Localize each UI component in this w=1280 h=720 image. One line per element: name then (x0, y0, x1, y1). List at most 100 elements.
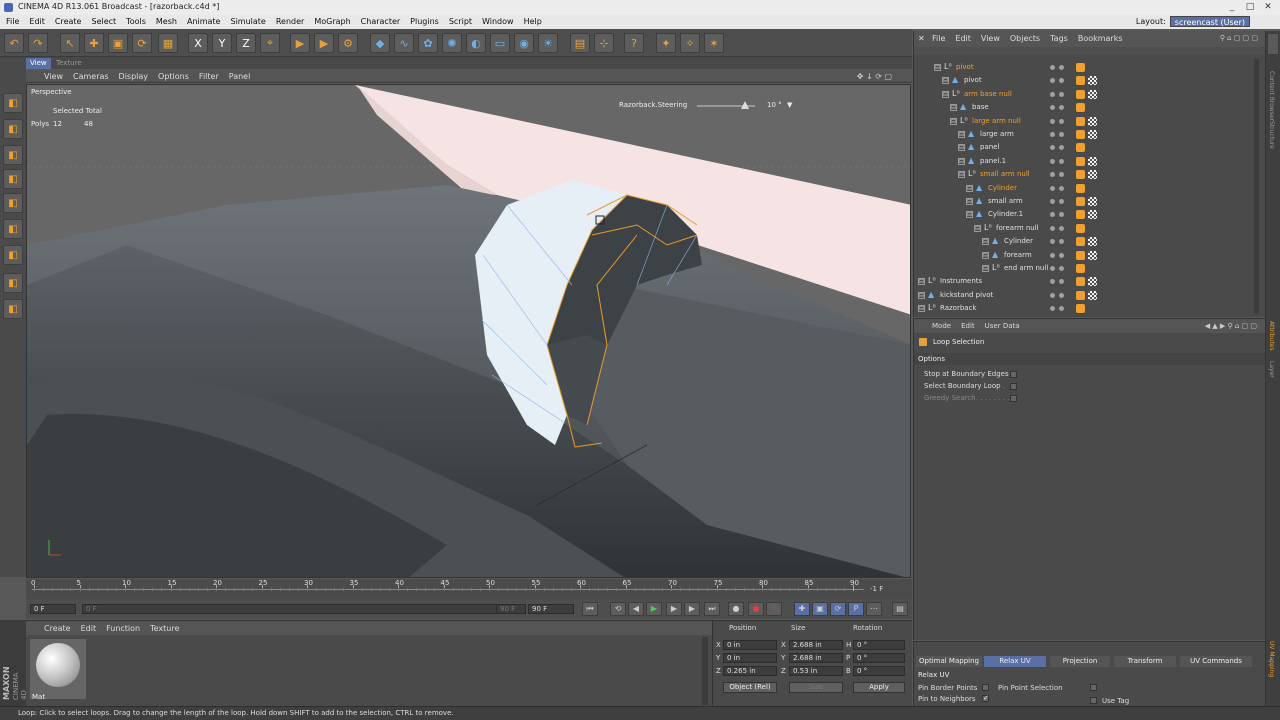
attr-menu-edit[interactable]: Edit (961, 322, 975, 330)
side-tab-uv-mapping[interactable]: UV Mapping (1268, 641, 1275, 677)
render-visibility-dot[interactable] (1059, 91, 1064, 97)
object-menu-tags[interactable]: Tags (1050, 34, 1068, 43)
render-visibility-dot[interactable] (1059, 185, 1064, 191)
uv-tab-relax-uv[interactable]: Relax UV (984, 656, 1046, 667)
array-icon[interactable]: ✺ (442, 33, 462, 53)
viewport-menu-panel[interactable]: Panel (229, 72, 251, 81)
expand-toggle-icon[interactable]: ⊟ (982, 238, 989, 246)
menu-select[interactable]: Select (91, 17, 116, 26)
size-field[interactable]: 2.688 in (789, 640, 843, 650)
object-row[interactable]: ⊟ ▲ Cylinder (914, 182, 1254, 195)
move-icon[interactable]: ✚ (84, 33, 104, 53)
editor-visibility-dot[interactable] (1050, 91, 1055, 97)
object-row[interactable]: ⊟ L⁰ small arm null (914, 168, 1254, 181)
use-tag-checkbox[interactable] (1090, 697, 1097, 704)
object-row[interactable]: ⊟ ▲ Cylinder (914, 235, 1254, 248)
material-tag-icon[interactable] (1088, 197, 1097, 206)
menu-character[interactable]: Character (361, 17, 401, 26)
phong-tag-icon[interactable] (1076, 197, 1085, 206)
render-visibility-dot[interactable] (1059, 279, 1064, 285)
viewport-menu-cameras[interactable]: Cameras (73, 72, 109, 81)
timeline-ruler[interactable]: 0 5 10 15 20 25 30 35 40 45 50 55 60 65 70 75 80 85 90 -1 … (26, 579, 912, 599)
expand-toggle-icon[interactable]: ⊟ (958, 131, 965, 138)
expand-toggle-icon[interactable]: ⊟ (974, 224, 981, 232)
rotation-field[interactable]: 0 ° (853, 666, 905, 676)
render-visibility-dot[interactable] (1059, 292, 1064, 298)
object-scrollbar[interactable] (1254, 59, 1259, 314)
editor-visibility-dot[interactable] (1050, 252, 1055, 258)
render-visibility-dot[interactable] (1059, 118, 1064, 124)
editor-visibility-dot[interactable] (1050, 266, 1055, 271)
material-menu-create[interactable]: Create (44, 624, 71, 633)
render-visibility-dot[interactable] (1059, 78, 1064, 84)
tab-view[interactable]: View (26, 58, 51, 69)
expand-toggle-icon[interactable]: ⊟ (958, 171, 965, 179)
pin-border-checkbox[interactable] (982, 684, 989, 691)
menu-file[interactable]: File (6, 17, 19, 26)
texture-axis-icon[interactable]: ◧ (3, 169, 23, 189)
render-visibility-dot[interactable] (1059, 199, 1064, 204)
attr-menu-mode[interactable]: Mode (932, 322, 951, 330)
live-selection-icon[interactable]: ↖ (60, 33, 80, 53)
expand-toggle-icon[interactable]: ⊟ (982, 265, 989, 272)
apply-button[interactable]: Apply (853, 682, 905, 693)
render-visibility-dot[interactable] (1059, 158, 1064, 164)
phong-tag-icon[interactable] (1076, 130, 1085, 139)
option-checkbox-stop-at-boundary-edges[interactable] (1010, 371, 1017, 378)
menu-render[interactable]: Render (276, 17, 304, 26)
side-tab-layer[interactable]: Layer (1268, 361, 1275, 378)
option-checkbox-greedy-search[interactable] (1010, 395, 1017, 402)
expand-toggle-icon[interactable]: ⊟ (950, 104, 957, 112)
spline-icon[interactable]: ∿ (394, 33, 414, 53)
phong-tag-icon[interactable] (1076, 183, 1085, 193)
editor-visibility-dot[interactable] (1050, 132, 1055, 137)
render-visibility-dot[interactable] (1059, 225, 1064, 231)
material-tag-icon[interactable] (1088, 76, 1097, 86)
expand-toggle-icon[interactable]: ⊟ (966, 184, 973, 192)
object-row[interactable]: ⊟ L⁰ pivot (914, 61, 1254, 74)
polygons-mode-icon[interactable]: ◧ (3, 245, 23, 265)
phong-tag-icon[interactable] (1076, 237, 1085, 247)
object-row[interactable]: ⊟ L⁰ Instruments (914, 275, 1254, 288)
editor-visibility-dot[interactable] (1050, 185, 1055, 191)
expand-toggle-icon[interactable]: ⊟ (918, 291, 925, 299)
render-visibility-dot[interactable] (1059, 65, 1064, 70)
size-field[interactable]: 0.53 in (789, 666, 843, 676)
phong-tag-icon[interactable] (1076, 116, 1085, 126)
position-field[interactable]: 0 in (723, 640, 777, 650)
material-tag-icon[interactable] (1088, 290, 1097, 300)
object-menu-objects[interactable]: Objects (1010, 34, 1040, 43)
object-row[interactable]: ⊟ ▲ pivot (914, 74, 1254, 87)
editor-visibility-dot[interactable] (1050, 172, 1055, 178)
expand-toggle-icon[interactable]: ⊟ (918, 278, 925, 286)
camera-icon[interactable]: ◉ (514, 33, 534, 53)
scale-key-icon[interactable]: ▣ (812, 602, 828, 616)
viewport-nav-icons[interactable]: ✥ ↓ ⟳ ▢ (857, 72, 892, 81)
attr-menu-user-data[interactable]: User Data (985, 322, 1020, 330)
side-tab-structure[interactable]: Structure (1268, 121, 1275, 149)
edit-render-settings-icon[interactable]: ⚙ (338, 33, 358, 53)
phong-tag-icon[interactable] (1076, 290, 1085, 300)
points-mode-icon[interactable]: ◧ (3, 193, 23, 213)
viewport-menu-display[interactable]: Display (119, 72, 149, 81)
3d-viewport[interactable]: Perspective Selected Total Polys 12 48 R… (26, 84, 911, 578)
make-editable-icon[interactable]: ◧ (3, 93, 23, 113)
autokey-icon[interactable]: ● (748, 602, 764, 616)
object-row[interactable]: ⊟ L⁰ arm base null (914, 88, 1254, 101)
deformer-icon[interactable]: ◐ (466, 33, 486, 53)
expand-toggle-icon[interactable]: ⊟ (950, 117, 957, 125)
expand-toggle-icon[interactable]: ⊟ (958, 144, 965, 152)
move-key-icon[interactable]: ✚ (794, 602, 810, 616)
phong-tag-icon[interactable] (1076, 63, 1085, 72)
rotate-key-icon[interactable]: ⟳ (830, 602, 846, 616)
render-visibility-dot[interactable] (1059, 266, 1064, 271)
position-field[interactable]: 0 in (723, 653, 777, 663)
cube-icon[interactable]: ◆ (370, 33, 390, 53)
side-tab-content-browser[interactable]: Content Browser (1268, 71, 1275, 121)
goto-start-icon[interactable]: ⏮ (582, 602, 598, 616)
object-menu-view[interactable]: View (981, 34, 1000, 43)
phong-tag-icon[interactable] (1076, 304, 1085, 314)
pla-key-icon[interactable]: ⋯ (866, 602, 882, 616)
expand-toggle-icon[interactable]: ⊟ (942, 90, 949, 98)
object-menu-bookmarks[interactable]: Bookmarks (1078, 34, 1123, 43)
